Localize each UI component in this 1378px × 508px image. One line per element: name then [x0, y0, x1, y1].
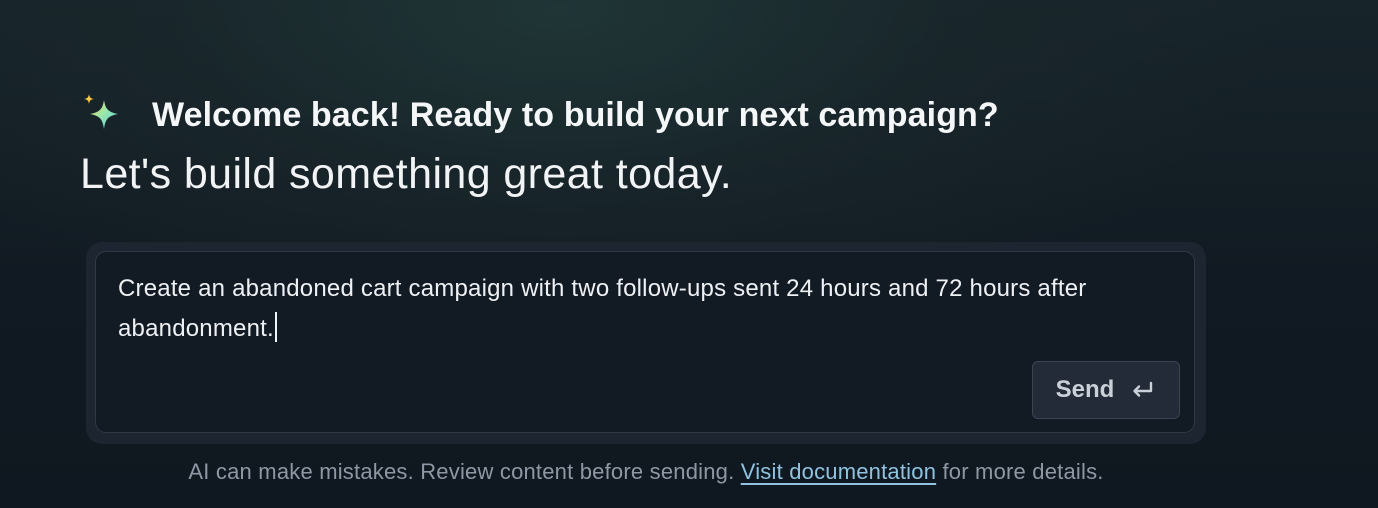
ai-disclaimer: AI can make mistakes. Review content bef…: [0, 459, 1292, 485]
hero-section: Welcome back! Ready to build your next c…: [80, 92, 999, 199]
text-caret: [274, 312, 277, 342]
enter-return-icon: [1133, 381, 1153, 397]
prompt-composer-frame: Create an abandoned cart campaign with t…: [86, 242, 1206, 444]
disclaimer-text: AI can make mistakes. Review content bef…: [188, 459, 735, 484]
documentation-link[interactable]: Visit documentation: [741, 459, 936, 484]
prompt-input[interactable]: Create an abandoned cart campaign with t…: [118, 269, 1158, 349]
prompt-input-text: Create an abandoned cart campaign with t…: [118, 275, 1087, 342]
send-button-label: Send: [1055, 376, 1115, 403]
welcome-row: Welcome back! Ready to build your next c…: [80, 92, 999, 138]
send-button[interactable]: Send: [1032, 361, 1180, 419]
sparkle-icon: [84, 94, 118, 129]
page-subtitle: Let's build something great today.: [80, 150, 733, 198]
welcome-title: Welcome back! Ready to build your next c…: [152, 95, 999, 134]
disclaimer-text-after: for more details.: [942, 459, 1104, 484]
prompt-composer[interactable]: Create an abandoned cart campaign with t…: [95, 251, 1195, 433]
